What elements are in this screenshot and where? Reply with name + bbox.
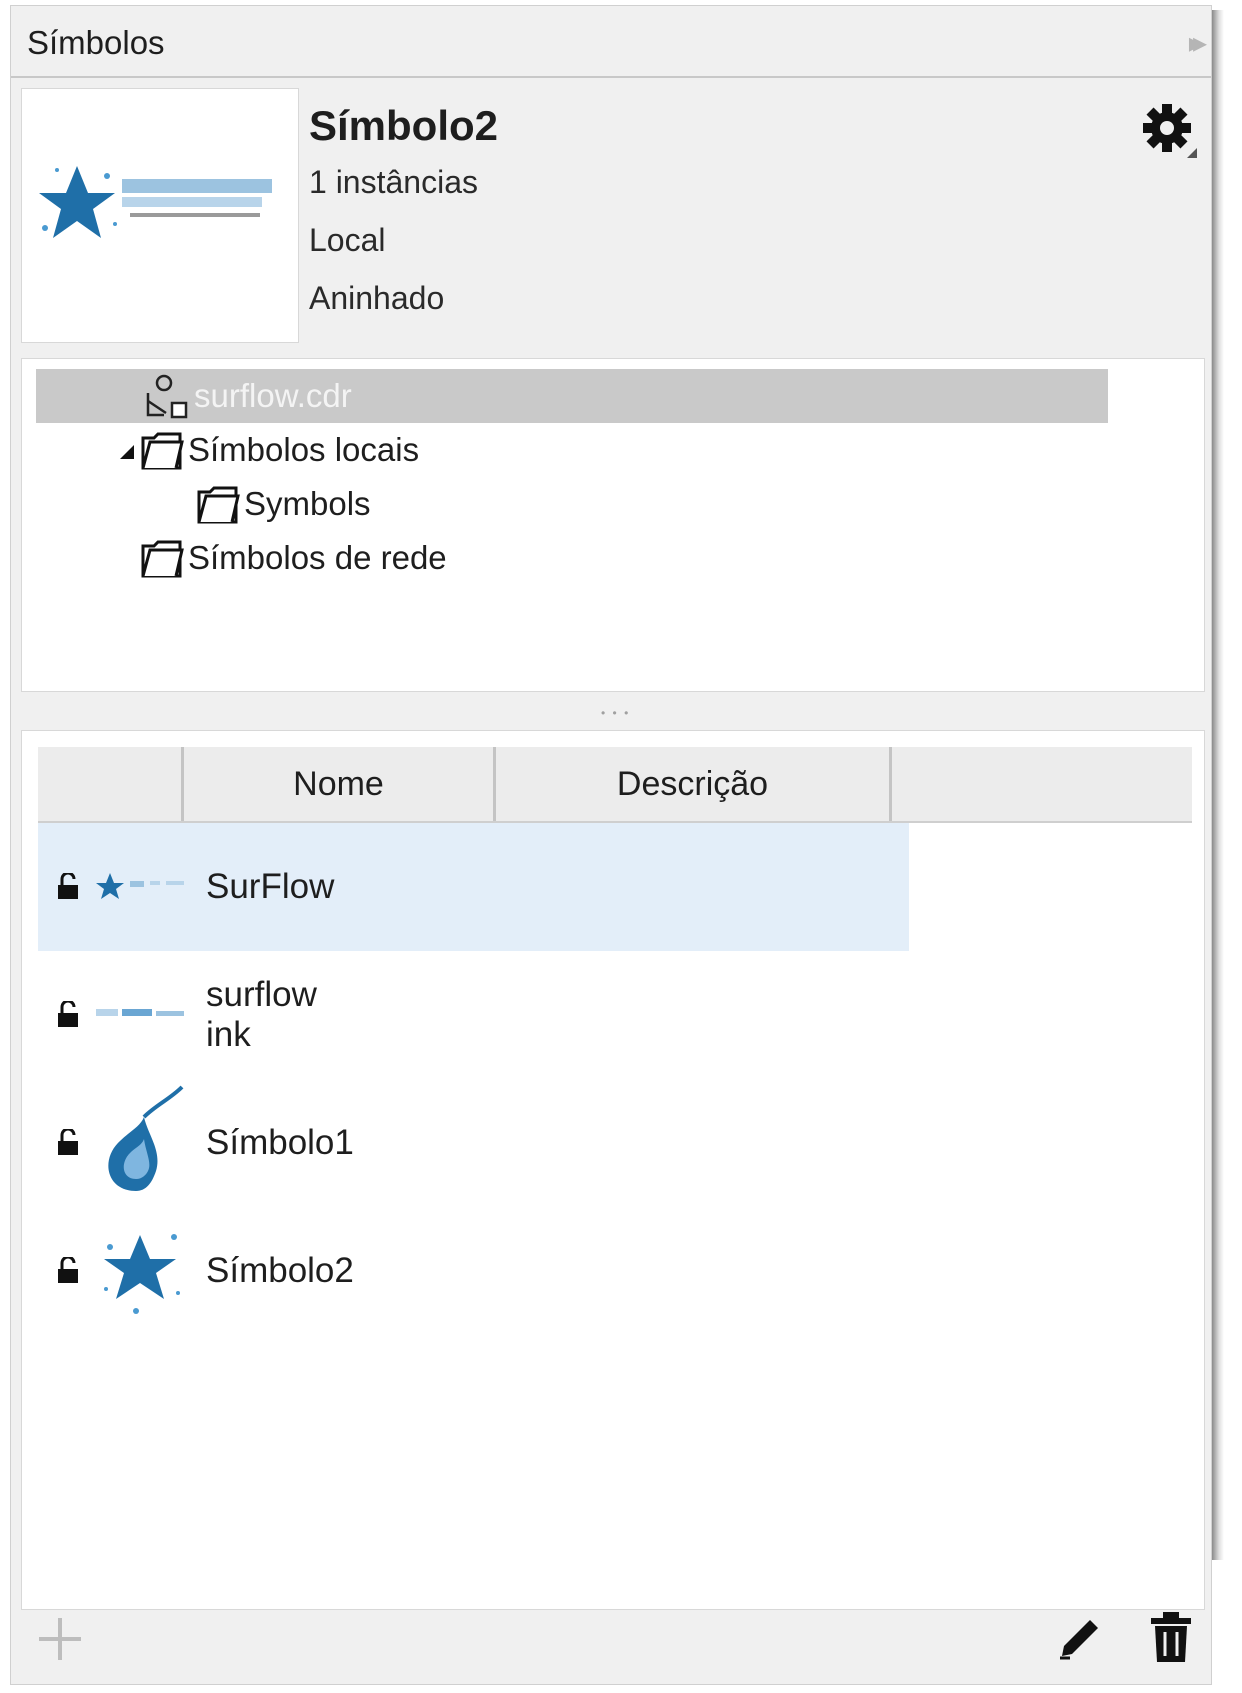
docker-titlebar: Símbolos ▸▸ bbox=[11, 6, 1211, 78]
library-icon bbox=[144, 371, 190, 421]
column-description[interactable]: Descrição bbox=[496, 747, 892, 821]
symbol-name-cell: SurFlow bbox=[206, 867, 335, 906]
symbol-thumbnail bbox=[96, 823, 196, 951]
symbol-type: Aninhado bbox=[309, 280, 445, 316]
lock-icon[interactable] bbox=[56, 1255, 80, 1285]
lock-icon[interactable] bbox=[56, 999, 80, 1029]
symbol-thumbnail bbox=[96, 951, 196, 1079]
symbol-name-cell: Símbolo1 bbox=[206, 1123, 354, 1162]
tree-item-local[interactable]: Símbolos locais bbox=[36, 423, 419, 477]
star-icon bbox=[96, 1207, 196, 1335]
folder-icon bbox=[140, 536, 184, 580]
symbol-name-cell: surflow ink bbox=[206, 975, 317, 1054]
drop-icon bbox=[96, 1079, 196, 1207]
expand-arrow-icon[interactable] bbox=[118, 431, 140, 469]
lock-icon[interactable] bbox=[56, 871, 80, 901]
folder-icon bbox=[196, 482, 240, 526]
symbol-preview bbox=[21, 88, 299, 343]
column-name[interactable]: Nome bbox=[184, 747, 496, 821]
column-extra bbox=[892, 747, 1192, 821]
tree-label-root: surflow.cdr bbox=[194, 377, 352, 414]
delete-icon[interactable] bbox=[1149, 1610, 1193, 1664]
add-icon[interactable] bbox=[35, 1614, 85, 1664]
symbol-name-cell: Símbolo2 bbox=[206, 1251, 354, 1290]
edit-icon[interactable] bbox=[1056, 1612, 1102, 1662]
symbol-scope: Local bbox=[309, 222, 386, 258]
star-logo-icon bbox=[39, 166, 117, 238]
symbol-list: Nome Descrição SurFlow surflow ink Símbo… bbox=[21, 730, 1205, 1610]
panel-shadow bbox=[1212, 10, 1224, 1560]
bottom-toolbar bbox=[11, 1606, 1211, 1684]
list-header: Nome Descrição bbox=[38, 747, 1192, 823]
wordmark-icon bbox=[122, 179, 272, 217]
splitter-handle[interactable]: • • • bbox=[601, 706, 630, 720]
tree-item-network[interactable]: Símbolos de rede bbox=[36, 531, 447, 585]
tree-item-root[interactable]: surflow.cdr bbox=[36, 369, 1108, 423]
tree-label-local: Símbolos locais bbox=[188, 431, 420, 468]
tree-item-symbols[interactable]: Symbols bbox=[36, 477, 371, 531]
column-thumb[interactable] bbox=[38, 747, 184, 821]
list-item[interactable]: SurFlow bbox=[38, 823, 909, 951]
gear-icon[interactable] bbox=[1141, 102, 1201, 162]
tree-label-symbols: Symbols bbox=[244, 485, 371, 522]
library-tree: surflow.cdr Símbolos locais Symbols Símb… bbox=[21, 358, 1205, 692]
tree-label-network: Símbolos de rede bbox=[188, 539, 447, 576]
collapse-icon[interactable]: ▸▸ bbox=[1189, 26, 1207, 59]
lock-icon[interactable] bbox=[56, 1127, 80, 1157]
symbol-name: Símbolo2 bbox=[309, 102, 499, 149]
docker-title: Símbolos bbox=[27, 24, 165, 61]
symbols-docker: Símbolos ▸▸ Símbolo2 1 instâncias Local … bbox=[10, 5, 1212, 1685]
folder-icon bbox=[140, 428, 184, 472]
symbol-instances: 1 instâncias bbox=[309, 164, 478, 200]
